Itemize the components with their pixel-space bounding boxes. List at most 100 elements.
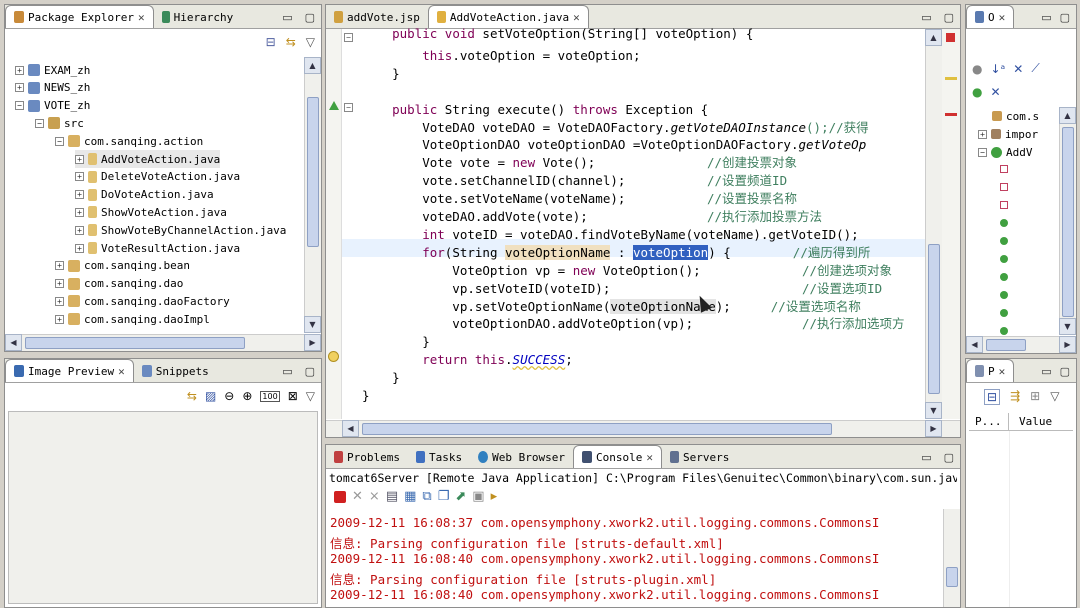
column-header-value[interactable]: Value xyxy=(1009,413,1073,430)
horizontal-scrollbar[interactable]: ◀ ▶ xyxy=(5,334,321,351)
close-icon[interactable]: ✕ xyxy=(118,365,125,378)
code-line[interactable]: voteDAO.addVote(vote); //执行添加投票方法 xyxy=(362,208,822,226)
expand-icon[interactable]: + xyxy=(75,190,84,200)
tree-item[interactable]: + DeleteVoteAction.java xyxy=(75,168,240,186)
close-icon[interactable]: ✕ xyxy=(999,11,1006,24)
tree-item[interactable]: + com.sanqing.daoFactory xyxy=(55,292,230,310)
minimize-icon[interactable]: ▭ xyxy=(921,451,931,464)
maximize-icon[interactable]: ▢ xyxy=(944,451,954,464)
code-line[interactable]: VoteOption vp = new VoteOption();//创建选项对… xyxy=(362,262,892,280)
tab-properties[interactable]: P ✕ xyxy=(966,359,1015,382)
maximize-icon[interactable]: ▢ xyxy=(944,11,954,24)
outline-member-icon[interactable] xyxy=(1000,255,1008,263)
open-console-icon[interactable]: ⬈ xyxy=(455,489,466,504)
code-line[interactable]: for(String voteOptionName : voteOption) … xyxy=(362,244,870,262)
scroll-lock-icon[interactable]: ▦ xyxy=(404,489,416,504)
tab-outline[interactable]: O ✕ xyxy=(966,5,1015,28)
scroll-left-icon[interactable]: ◀ xyxy=(342,420,359,437)
outline-member-icon[interactable] xyxy=(1000,237,1008,245)
outline-horizontal-scrollbar[interactable]: ◀ ▶ xyxy=(966,336,1076,353)
restore-default-icon[interactable]: ⊞ xyxy=(1030,389,1040,405)
expand-icon[interactable]: + xyxy=(15,83,24,93)
code-line[interactable]: public void setVoteOption(String[] voteO… xyxy=(362,25,753,43)
editor-horizontal-scrollbar[interactable]: ◀ ▶ xyxy=(326,420,960,437)
tab-problems[interactable]: Problems xyxy=(326,446,408,468)
minimize-icon[interactable]: ▭ xyxy=(921,11,931,24)
scroll-thumb[interactable] xyxy=(986,339,1026,351)
tree-item[interactable]: + ShowVoteByChannelAction.java xyxy=(75,221,286,239)
view-menu-icon[interactable]: ▽ xyxy=(306,389,315,403)
clear-console-icon[interactable]: ▤ xyxy=(386,489,398,504)
scroll-left-icon[interactable]: ◀ xyxy=(966,336,983,353)
minimize-icon[interactable]: ▭ xyxy=(282,365,292,378)
console-vertical-scrollbar[interactable] xyxy=(943,509,960,607)
code-line[interactable]: int voteID = voteDAO.findVoteByName(vote… xyxy=(362,226,859,244)
collapse-all-icon[interactable]: ⊟ xyxy=(266,35,276,49)
outline-item[interactable]: − AddV xyxy=(978,143,1033,161)
outline-member-icon[interactable] xyxy=(1000,165,1008,173)
maximize-icon[interactable]: ▢ xyxy=(1060,11,1070,24)
maximize-icon[interactable]: ▢ xyxy=(1060,365,1070,378)
scroll-up-icon[interactable]: ▲ xyxy=(304,57,321,74)
expand-icon[interactable]: + xyxy=(75,225,84,235)
code-line[interactable]: return this.SUCCESS; xyxy=(362,351,573,369)
outline-member-icon[interactable] xyxy=(1000,219,1008,227)
code-line[interactable]: vote.setChannelID(channel); //设置频道ID xyxy=(362,172,787,190)
outline-member-icon[interactable] xyxy=(1000,309,1008,317)
code-line[interactable]: this.voteOption = voteOption; xyxy=(362,47,640,65)
scroll-thumb[interactable] xyxy=(307,97,319,247)
expand-icon[interactable]: + xyxy=(75,207,84,217)
close-icon[interactable]: ✕ xyxy=(573,11,580,24)
tab-web-browser[interactable]: Web Browser xyxy=(470,446,573,468)
sort-icon[interactable]: ↓ᵃ xyxy=(990,62,1005,76)
scroll-thumb[interactable] xyxy=(25,337,245,349)
minimize-icon[interactable]: ▭ xyxy=(1041,365,1051,378)
fit-image-icon[interactable]: ▨ xyxy=(205,389,216,403)
scroll-right-icon[interactable]: ▶ xyxy=(1059,336,1076,353)
scroll-thumb[interactable] xyxy=(928,244,940,394)
code-line[interactable]: Vote vote = new Vote();//创建投票对象 xyxy=(362,154,797,172)
expand-icon[interactable]: + xyxy=(75,154,84,164)
tree-item[interactable]: + NEWS_zh xyxy=(15,79,90,97)
tree-item[interactable]: + com.sanqing.bean xyxy=(55,257,190,275)
tree-item[interactable]: − VOTE_zh xyxy=(15,97,90,115)
console-output[interactable]: 2009-12-11 16:08:37 com.opensymphony.xwo… xyxy=(326,509,942,607)
categories-icon[interactable]: ⊟ xyxy=(984,389,1001,405)
view-menu-icon[interactable]: ▽ xyxy=(1050,389,1059,405)
outline-member-icon[interactable] xyxy=(1000,183,1008,191)
outline-member-icon[interactable] xyxy=(1000,327,1008,335)
tree-item[interactable]: + VoteResultAction.java xyxy=(75,239,240,257)
collapse-icon[interactable]: − xyxy=(55,136,64,146)
editor-vertical-scrollbar[interactable]: ▲ ▼ xyxy=(925,29,942,419)
scroll-up-icon[interactable]: ▲ xyxy=(925,29,942,46)
collapse-icon[interactable]: − xyxy=(15,101,24,111)
fit-screen-icon[interactable]: ⊠ xyxy=(288,389,298,403)
tree-item[interactable]: + ShowVoteAction.java xyxy=(75,203,227,221)
tab-snippets[interactable]: Snippets xyxy=(134,360,217,382)
collapse-icon[interactable]: − xyxy=(35,118,44,128)
public-members-icon[interactable]: ● xyxy=(972,85,982,99)
code-line[interactable]: } xyxy=(362,65,400,83)
tree-item[interactable]: + AddVoteAction.java xyxy=(75,150,221,168)
outline-member-icon[interactable] xyxy=(1000,201,1008,209)
scroll-down-icon[interactable]: ▼ xyxy=(304,316,321,333)
remove-launch-icon[interactable]: ✕ xyxy=(352,489,363,504)
hide-static-icon[interactable]: ✕ xyxy=(1013,62,1023,76)
expand-icon[interactable]: + xyxy=(55,261,64,271)
code-line[interactable]: } xyxy=(362,369,400,387)
tree-item[interactable]: − com.sanqing.action xyxy=(55,132,203,150)
tree-item[interactable]: + com.sanqing.daoImpl xyxy=(55,310,210,328)
code-line[interactable]: VoteOptionDAO voteOptionDAO =VoteOptionD… xyxy=(362,136,866,154)
hide-fields-icon[interactable]: ● xyxy=(972,62,982,76)
scroll-thumb[interactable] xyxy=(362,423,832,435)
maximize-icon[interactable]: ▢ xyxy=(305,11,315,24)
tab-hierarchy[interactable]: Hierarchy xyxy=(154,6,242,28)
expand-icon[interactable]: + xyxy=(978,129,987,139)
code-line[interactable]: } xyxy=(362,387,370,405)
link-icon[interactable]: ⇆ xyxy=(187,389,197,403)
code-line[interactable]: vp.setVoteID(voteID); //设置选项ID xyxy=(362,280,882,298)
minimize-icon[interactable]: ▭ xyxy=(282,11,292,24)
scroll-right-icon[interactable]: ▶ xyxy=(304,334,321,351)
scroll-right-icon[interactable]: ▶ xyxy=(925,420,942,437)
close-icon[interactable]: ✕ xyxy=(999,365,1006,378)
